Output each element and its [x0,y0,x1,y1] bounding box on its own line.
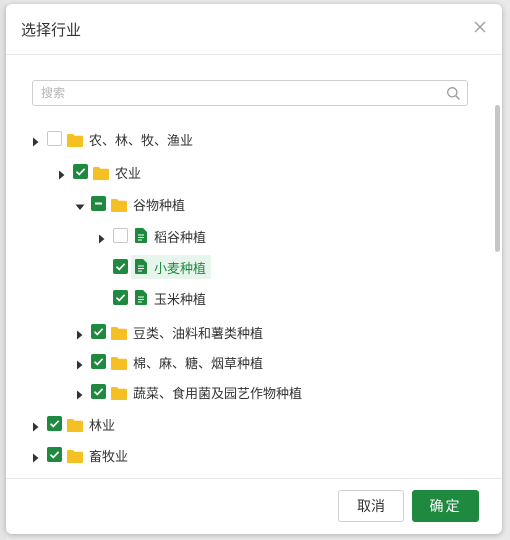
tree-node[interactable]: 小麦种植 [96,255,296,279]
cancel-button[interactable]: 取消 [338,490,404,522]
folder-icon [67,132,83,147]
tree-node[interactable]: 农、林、牧、渔业 [30,127,330,151]
expand-arrow-icon[interactable] [74,326,86,340]
folder-icon [111,355,127,370]
checkbox[interactable] [73,164,88,179]
checkbox[interactable] [47,416,62,431]
collapse-arrow-icon[interactable] [74,198,86,210]
folder-icon [93,165,109,180]
checkbox[interactable] [91,324,106,339]
file-icon [135,290,147,305]
tree-node-label: 畜牧业 [89,450,129,465]
dialog-body: 农、林、牧、渔业 农业 谷物种植 [6,55,502,479]
checkbox[interactable] [113,259,128,274]
expand-arrow-icon[interactable] [56,166,68,180]
folder-icon [67,448,83,463]
tree-node-label: 农、林、牧、渔业 [89,134,194,149]
search-box [32,80,468,106]
expand-arrow-icon[interactable] [74,356,86,370]
select-industry-dialog: 选择行业 农、林、牧、渔业 [6,4,502,534]
dialog-header: 选择行业 [6,4,502,55]
expand-arrow-icon[interactable] [74,386,86,400]
expand-arrow-icon[interactable] [30,449,42,463]
tree-node-label: 豆类、油料和薯类种植 [133,327,264,342]
tree-node[interactable]: 豆类、油料和薯类种植 [74,320,374,344]
file-icon [135,228,147,243]
tree-node-label: 稻谷种植 [154,231,207,246]
tree-node-label: 棉、麻、糖、烟草种植 [133,357,264,372]
tree-node-label: 谷物种植 [133,199,186,214]
checkbox[interactable] [47,447,62,462]
checkbox[interactable] [91,354,106,369]
tree-node-label: 小麦种植 [154,262,207,277]
scrollbar[interactable] [495,105,500,252]
tree-node-label: 蔬菜、食用菌及园艺作物种植 [133,387,303,402]
tree-node[interactable]: 谷物种植 [74,192,274,216]
expand-arrow-icon[interactable] [30,133,42,147]
search-icon[interactable] [446,86,461,101]
tree-node-label: 林业 [89,419,116,434]
tree-node[interactable]: 林业 [30,412,230,436]
checkbox[interactable] [113,228,128,243]
folder-icon [111,197,127,212]
dialog-title: 选择行业 [21,21,82,39]
tree-node[interactable]: 畜牧业 [30,443,230,467]
file-icon [135,259,147,274]
checkbox[interactable] [91,384,106,399]
dialog-footer: 取消 确定 [6,478,502,534]
tree-node[interactable]: 稻谷种植 [96,224,296,248]
folder-icon [111,385,127,400]
expand-arrow-icon[interactable] [96,230,108,244]
tree-node[interactable]: 蔬菜、食用菌及园艺作物种植 [74,380,394,404]
close-icon[interactable] [472,19,488,35]
search-input[interactable] [41,84,441,102]
tree-node[interactable]: 玉米种植 [96,286,296,310]
expand-arrow-icon[interactable] [30,418,42,432]
folder-icon [111,325,127,340]
checkbox[interactable] [47,131,62,146]
confirm-button[interactable]: 确定 [412,490,479,522]
tree-node[interactable]: 棉、麻、糖、烟草种植 [74,350,374,374]
tree-node-label: 农业 [115,167,142,182]
folder-icon [67,417,83,432]
checkbox[interactable] [113,290,128,305]
checkbox[interactable] [91,196,106,211]
tree-node[interactable]: 农业 [56,160,256,184]
tree-node-label: 玉米种植 [154,293,207,308]
